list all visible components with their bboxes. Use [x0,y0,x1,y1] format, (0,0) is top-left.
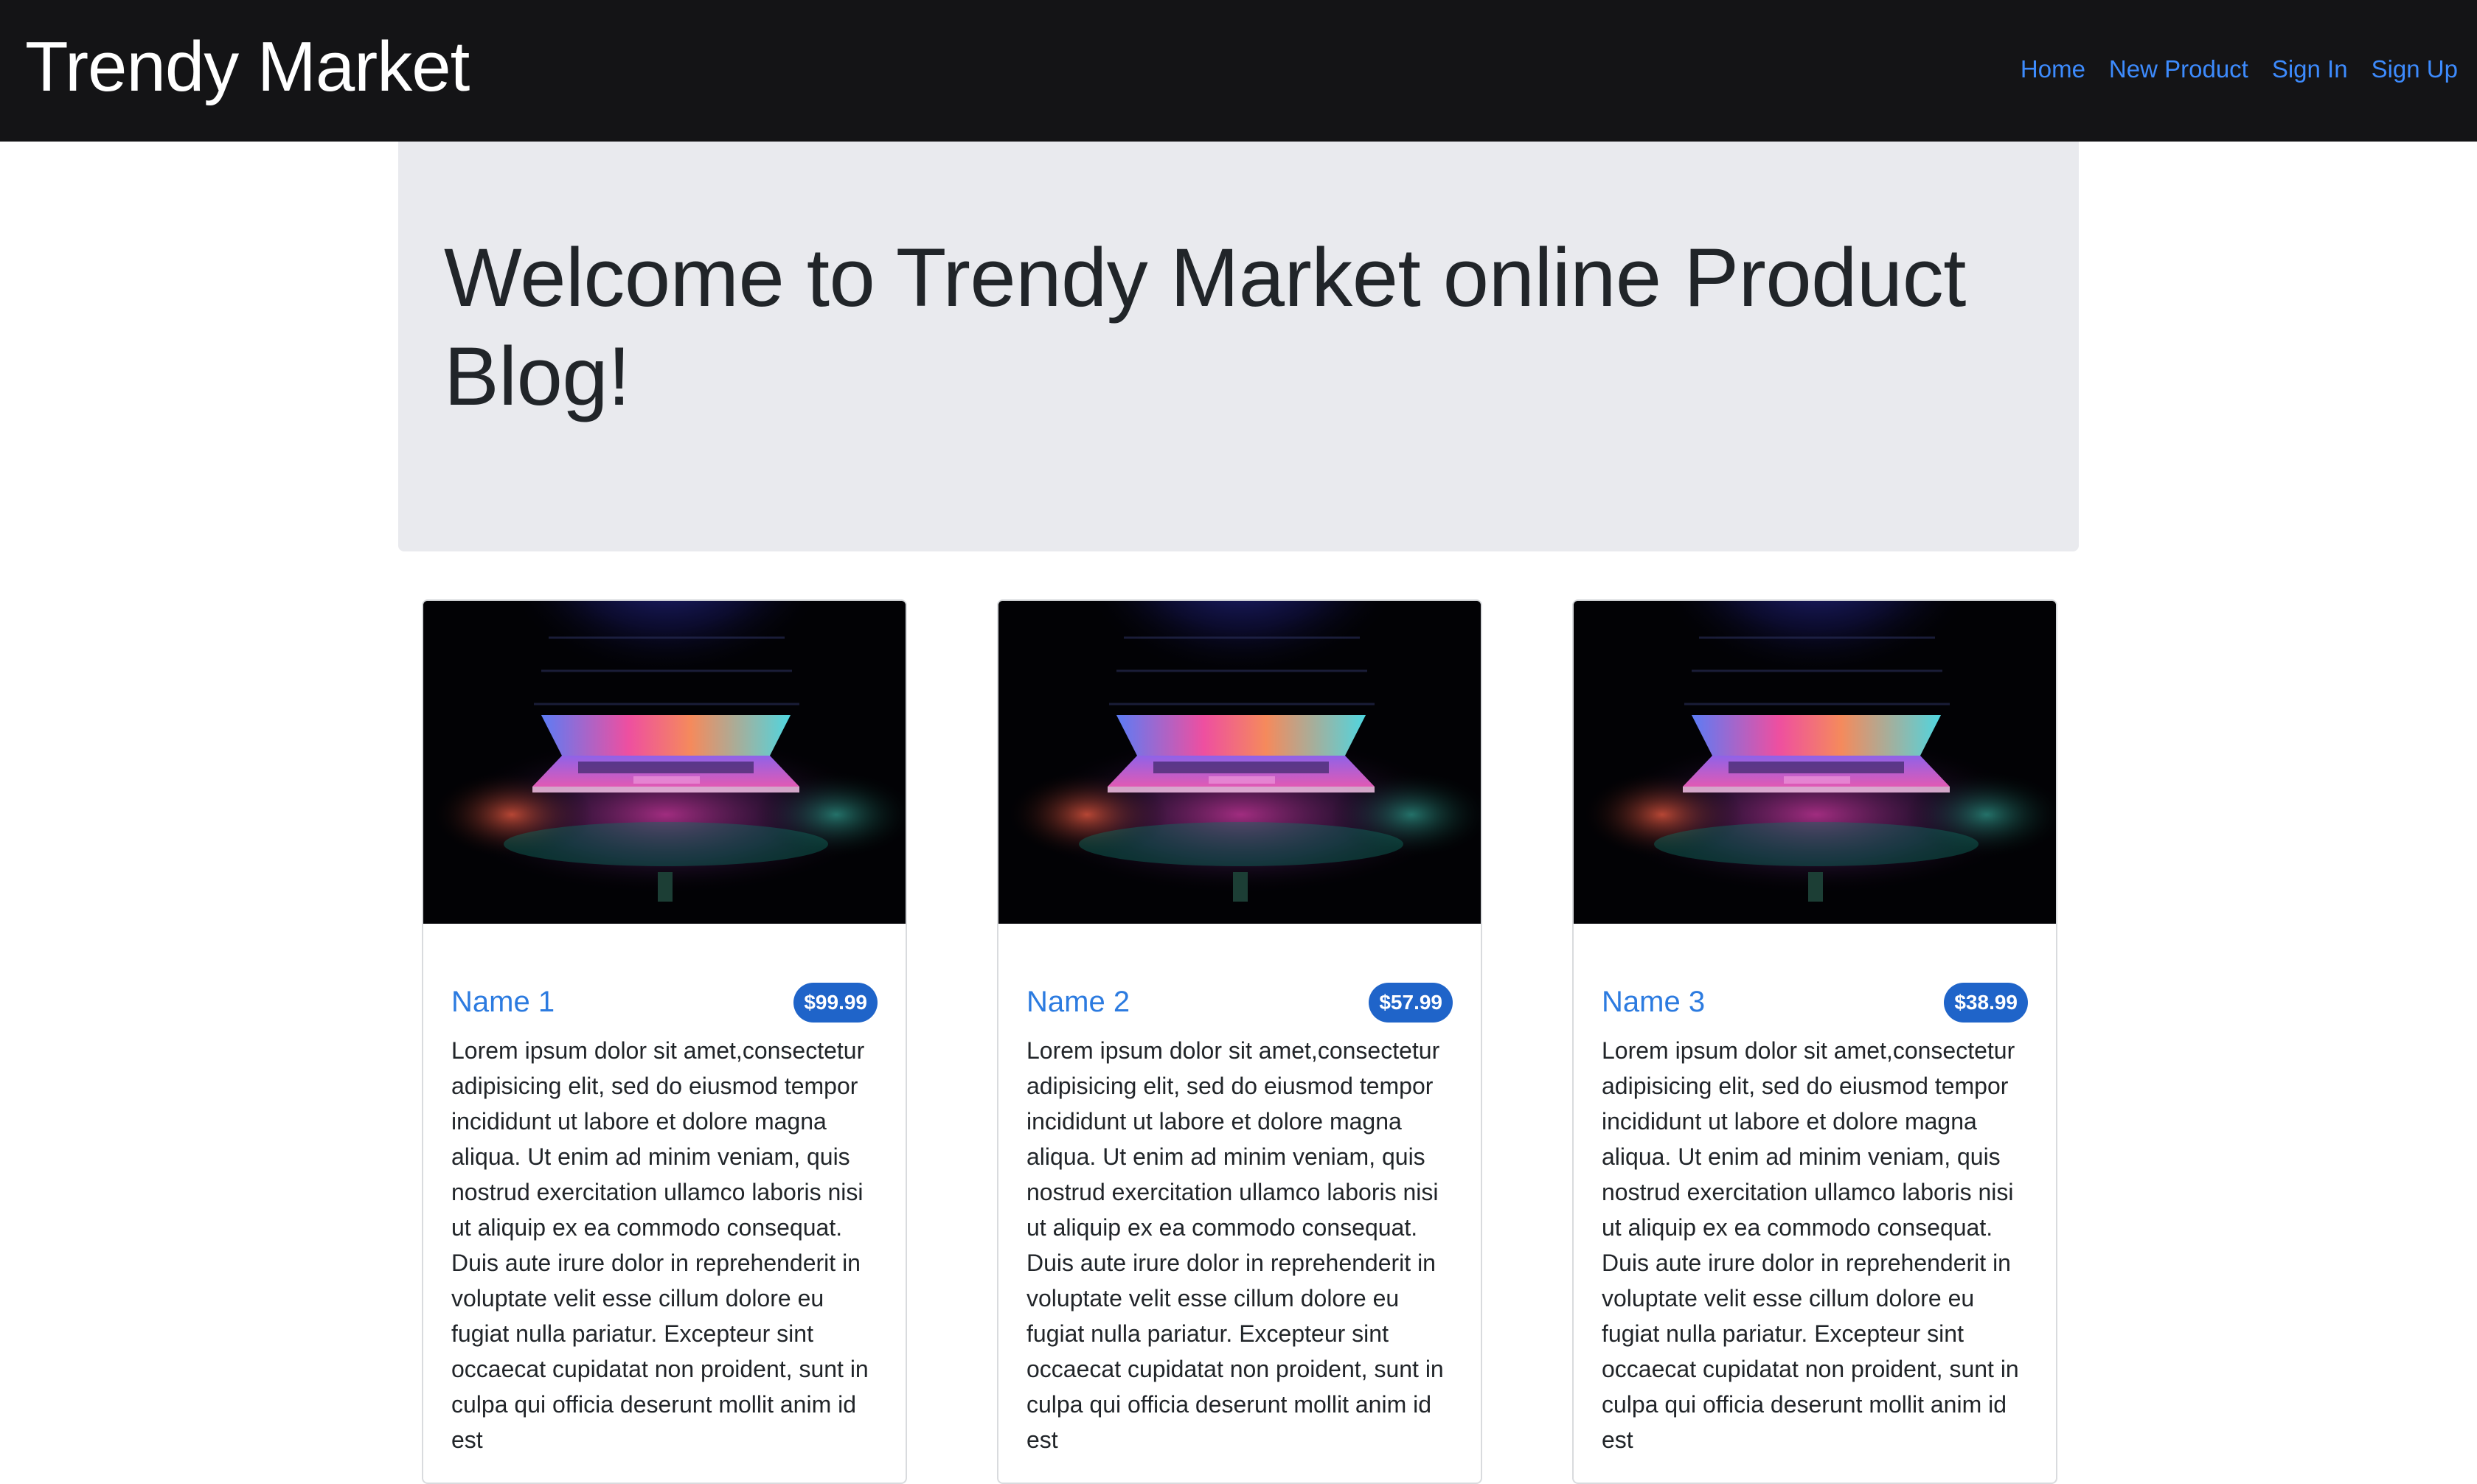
nav-link-sign-in[interactable]: Sign In [2272,55,2348,83]
nav-link-sign-up[interactable]: Sign Up [2372,55,2458,83]
product-image-laptop[interactable] [998,601,1481,924]
product-name[interactable]: Name 2 [1026,986,1130,1019]
card-body: Name 3 $38.99 Lorem ipsum dolor sit amet… [1574,980,2056,1457]
product-image-laptop[interactable] [1574,601,2056,924]
top-navbar: Trendy Market Home New Product Sign In S… [0,0,2477,142]
product-description: Lorem ipsum dolor sit amet,consectetur a… [1026,1037,1444,1453]
brand-logo-text[interactable]: Trendy Market [25,32,470,102]
nav-links: Home New Product Sign In Sign Up [2021,55,2458,83]
card-header-row: Name 1 $99.99 [451,980,878,1024]
page-title: Welcome to Trendy Market online Product … [444,231,1966,422]
product-image-laptop[interactable] [423,601,906,924]
nav-link-home[interactable]: Home [2021,55,2085,83]
product-description: Lorem ipsum dolor sit amet,consectetur a… [451,1037,869,1453]
welcome-jumbotron: Welcome to Trendy Market online Product … [398,142,2079,551]
nav-link-new-product[interactable]: New Product [2109,55,2248,83]
product-description: Lorem ipsum dolor sit amet,consectetur a… [1602,1037,2019,1453]
card-body: Name 1 $99.99 Lorem ipsum dolor sit amet… [423,980,906,1457]
product-card: Name 1 $99.99 Lorem ipsum dolor sit amet… [422,599,907,1484]
product-name[interactable]: Name 1 [451,986,555,1019]
card-body: Name 2 $57.99 Lorem ipsum dolor sit amet… [998,980,1481,1457]
card-header-row: Name 2 $57.99 [1026,980,1453,1024]
card-header-row: Name 3 $38.99 [1602,980,2028,1024]
product-name[interactable]: Name 3 [1602,986,1705,1019]
price-badge: $99.99 [793,983,878,1023]
product-card: Name 3 $38.99 Lorem ipsum dolor sit amet… [1572,599,2057,1484]
product-card: Name 2 $57.99 Lorem ipsum dolor sit amet… [997,599,1482,1484]
price-badge: $38.99 [1944,983,2028,1023]
price-badge: $57.99 [1369,983,1453,1023]
